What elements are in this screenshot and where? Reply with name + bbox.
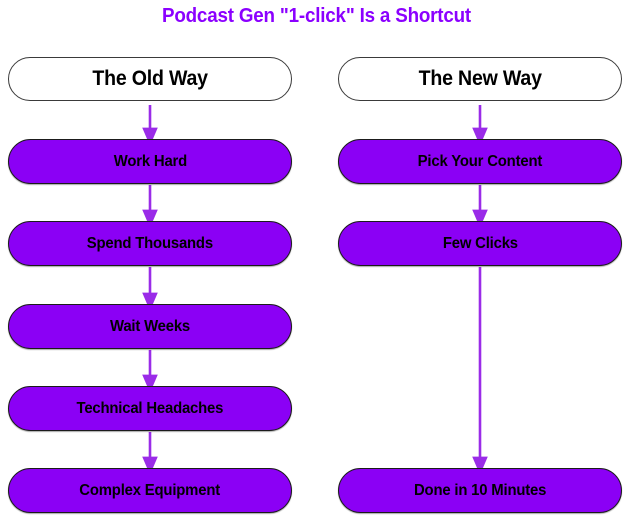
node-old-step-3[interactable]: Wait Weeks bbox=[8, 304, 292, 349]
column-header-new-way-label: The New Way bbox=[418, 67, 542, 90]
node-old-step-3-label: Wait Weeks bbox=[109, 317, 191, 335]
node-old-step-5-label: Complex Equipment bbox=[79, 481, 221, 499]
column-header-old-way-label: The Old Way bbox=[92, 67, 208, 90]
node-new-step-3[interactable]: Done in 10 Minutes bbox=[338, 468, 622, 513]
node-old-step-5[interactable]: Complex Equipment bbox=[8, 468, 292, 513]
node-new-step-1-label: Pick Your Content bbox=[417, 152, 543, 170]
column-new-way: The New Way Pick Your Content Few Clicks… bbox=[338, 0, 622, 532]
node-old-step-2[interactable]: Spend Thousands bbox=[8, 221, 292, 266]
column-old-way: The Old Way Work Hard Spend Thousands Wa… bbox=[8, 0, 292, 532]
node-old-step-1-label: Work Hard bbox=[113, 152, 187, 170]
node-new-step-3-label: Done in 10 Minutes bbox=[413, 481, 547, 499]
node-old-step-4-label: Technical Headaches bbox=[76, 399, 224, 417]
column-header-new-way[interactable]: The New Way bbox=[338, 57, 622, 101]
flowchart-canvas: Podcast Gen "1-click" Is a Shortcut The … bbox=[0, 0, 633, 532]
node-old-step-4[interactable]: Technical Headaches bbox=[8, 386, 292, 431]
column-header-old-way[interactable]: The Old Way bbox=[8, 57, 292, 101]
node-new-step-2-label: Few Clicks bbox=[442, 234, 518, 252]
node-old-step-1[interactable]: Work Hard bbox=[8, 139, 292, 184]
node-new-step-1[interactable]: Pick Your Content bbox=[338, 139, 622, 184]
node-new-step-2[interactable]: Few Clicks bbox=[338, 221, 622, 266]
node-old-step-2-label: Spend Thousands bbox=[86, 234, 214, 252]
